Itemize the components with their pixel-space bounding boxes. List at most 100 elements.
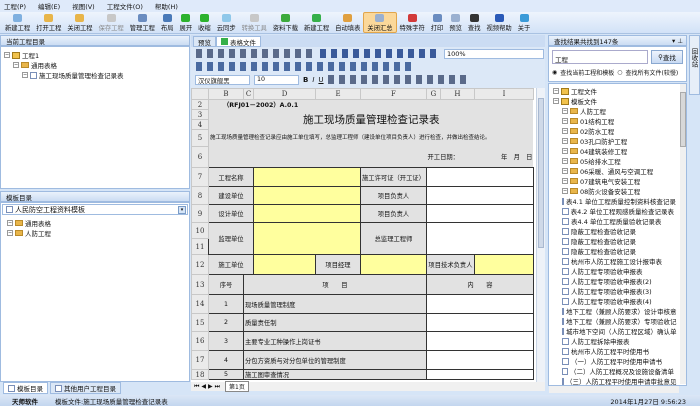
row-number[interactable]: 2 — [191, 99, 209, 110]
table-tool-icons[interactable] — [196, 62, 416, 71]
toolbar-button[interactable]: 关闭汇总 — [363, 12, 397, 33]
menu-item[interactable]: 视图(V) — [72, 1, 95, 11]
tree-item[interactable]: − 工程1 — [4, 50, 186, 60]
search-button[interactable]: ⚲ 查找 — [651, 50, 683, 64]
tree-item[interactable]: 隐蔽工程检查验收记录 — [553, 226, 674, 236]
tree-item[interactable]: − 03孔口防护工程 — [553, 136, 674, 146]
expand-icon[interactable]: − — [562, 188, 568, 194]
menu-item[interactable]: 工程(P) — [4, 1, 26, 11]
row-number[interactable]: 6 — [191, 146, 209, 168]
tree-item[interactable]: − 02防水工程 — [553, 126, 674, 136]
results-hscrollbar[interactable] — [549, 386, 679, 393]
toolbar-button[interactable]: 资料下载 — [270, 12, 301, 33]
tree-item[interactable]: − 06采暖、通风与空调工程 — [553, 166, 674, 176]
toolbar-button[interactable]: 视频帮助 — [484, 12, 515, 33]
tab-sheet-file[interactable]: 表格文件 — [216, 36, 261, 47]
tree-item[interactable]: − 07建筑电气安装工程 — [553, 176, 674, 186]
input-project-manager[interactable] — [360, 254, 427, 275]
expand-icon[interactable]: − — [562, 178, 568, 184]
input-chief-engineer[interactable] — [425, 222, 534, 255]
row-number[interactable]: 9 — [191, 204, 209, 223]
tree-item[interactable]: 人防工程专项验收申报表(2) — [553, 276, 674, 286]
toolbar-button[interactable]: 自动填表 — [332, 12, 363, 33]
expand-icon[interactable]: − — [562, 158, 568, 164]
row-number[interactable]: 8 — [191, 186, 209, 205]
column-header[interactable]: B — [208, 88, 244, 100]
input-supervisor[interactable] — [253, 222, 361, 255]
column-header[interactable]: F — [360, 88, 427, 100]
tree-item[interactable]: − 模板文件 — [553, 96, 674, 106]
tree-item[interactable]: 隐蔽工程检查验收记录 — [553, 236, 674, 246]
toolbar-button[interactable]: 展开 — [177, 12, 196, 33]
input-tech-lead[interactable] — [473, 254, 534, 275]
menu-item[interactable]: 编辑(E) — [38, 1, 60, 11]
expand-icon[interactable]: − — [562, 118, 568, 124]
tree-item[interactable]: 人防工程专项验收申报表(4) — [553, 296, 674, 306]
menu-item[interactable]: 工程文件(O) — [107, 1, 143, 11]
toolbar-button[interactable]: 关于 — [515, 12, 534, 33]
template-select[interactable]: 人民防空工程资料模板 ▾ — [2, 204, 188, 215]
tree-item[interactable]: − 05给排水工程 — [553, 156, 674, 166]
input-contractor[interactable] — [253, 254, 316, 275]
tree-item[interactable]: − 08防火设备安装工程 — [553, 186, 674, 196]
search-input[interactable]: 工程 — [552, 50, 648, 64]
font-select[interactable]: 汉仪旗舰黑 — [195, 74, 250, 85]
tree-item[interactable]: 地下工程（兼顾人防要求）专项验收记 — [553, 316, 677, 326]
toolbar-button[interactable]: 转换工具 — [239, 12, 270, 33]
expand-icon[interactable]: − — [562, 148, 568, 154]
row-number[interactable]: 3 — [191, 109, 209, 120]
column-header[interactable]: G — [425, 88, 441, 100]
expand-icon[interactable]: − — [562, 138, 568, 144]
row-number[interactable]: 11 — [191, 238, 209, 255]
toolbar-button[interactable]: 打开工程 — [33, 12, 64, 33]
row-number[interactable]: 4 — [191, 119, 209, 130]
row-number[interactable]: 18 — [191, 369, 209, 380]
input-builder[interactable] — [253, 186, 361, 205]
item-content[interactable] — [425, 294, 534, 314]
tree-item[interactable]: − 工程文件 — [553, 86, 674, 96]
tree-item[interactable]: 人防工程专项验收申报表(3) — [553, 286, 674, 296]
date-value[interactable]: 年 月 日 — [474, 146, 534, 168]
tree-item[interactable]: 杭州市人防工程施工设计报审表 — [553, 256, 674, 266]
expand-icon[interactable]: − — [7, 230, 13, 236]
expand-icon[interactable]: − — [562, 108, 568, 114]
tree-item[interactable]: − 施工现场质量管理检查记录表 — [4, 70, 186, 80]
expand-icon[interactable]: − — [4, 52, 10, 58]
menu-item[interactable]: 帮助(H) — [155, 1, 178, 11]
sort-tool-icons[interactable] — [320, 49, 440, 58]
expand-icon[interactable]: − — [13, 62, 19, 68]
form-code[interactable]: （RFJ01－2002）A.0.1 — [208, 99, 534, 110]
results-scrollbar[interactable] — [680, 84, 686, 384]
input-project-name[interactable] — [253, 167, 361, 187]
recycle-bin-tab[interactable]: 回收站 — [689, 35, 700, 95]
toolbar-button[interactable]: 关闭工程 — [64, 12, 95, 33]
tree-item[interactable]: 表4.4 单位工程质量验收记录表 — [553, 216, 674, 226]
bold-icon[interactable]: B — [303, 76, 308, 84]
row-number[interactable]: 13 — [191, 274, 209, 295]
column-header[interactable]: C — [243, 88, 254, 100]
tree-item[interactable]: − 04建筑装修工程 — [553, 146, 674, 156]
column-header[interactable]: D — [253, 88, 316, 100]
input-designer-lead[interactable] — [425, 204, 534, 223]
font-size-select[interactable]: 10 — [254, 74, 299, 85]
tree-item[interactable]: （二）人防工程概况及设施设备清单 — [553, 366, 674, 376]
expand-icon[interactable]: − — [562, 168, 568, 174]
item-content[interactable] — [425, 331, 534, 351]
expand-icon[interactable]: − — [553, 88, 559, 94]
toolbar-button[interactable]: 新建工程 — [301, 12, 332, 33]
form-title[interactable]: 施工现场质量管理检查记录表 — [208, 109, 534, 130]
tree-item[interactable]: 表4.2 单位工程观感质量检查记录表 — [553, 206, 674, 216]
row-number[interactable]: 14 — [191, 294, 209, 314]
tab-other-users[interactable]: 其他用户工程目录 — [50, 382, 121, 394]
item-content[interactable] — [425, 369, 534, 380]
tree-item[interactable]: − 人防工程 — [7, 228, 183, 238]
tree-item[interactable]: − 通用表格 — [7, 218, 183, 228]
item-content[interactable] — [425, 313, 534, 332]
select-all[interactable] — [191, 88, 209, 100]
spreadsheet[interactable]: BCDEFGHI 2 （RFJ01－2002）A.0.1 3 施工现场质量管理检查记… — [191, 88, 536, 382]
column-header[interactable]: I — [473, 88, 534, 100]
toolbar-button[interactable]: 查找 — [465, 12, 484, 33]
row-number[interactable]: 5 — [191, 129, 209, 147]
row-number[interactable]: 12 — [191, 254, 209, 275]
toolbar-button[interactable]: 布局 — [158, 12, 177, 33]
